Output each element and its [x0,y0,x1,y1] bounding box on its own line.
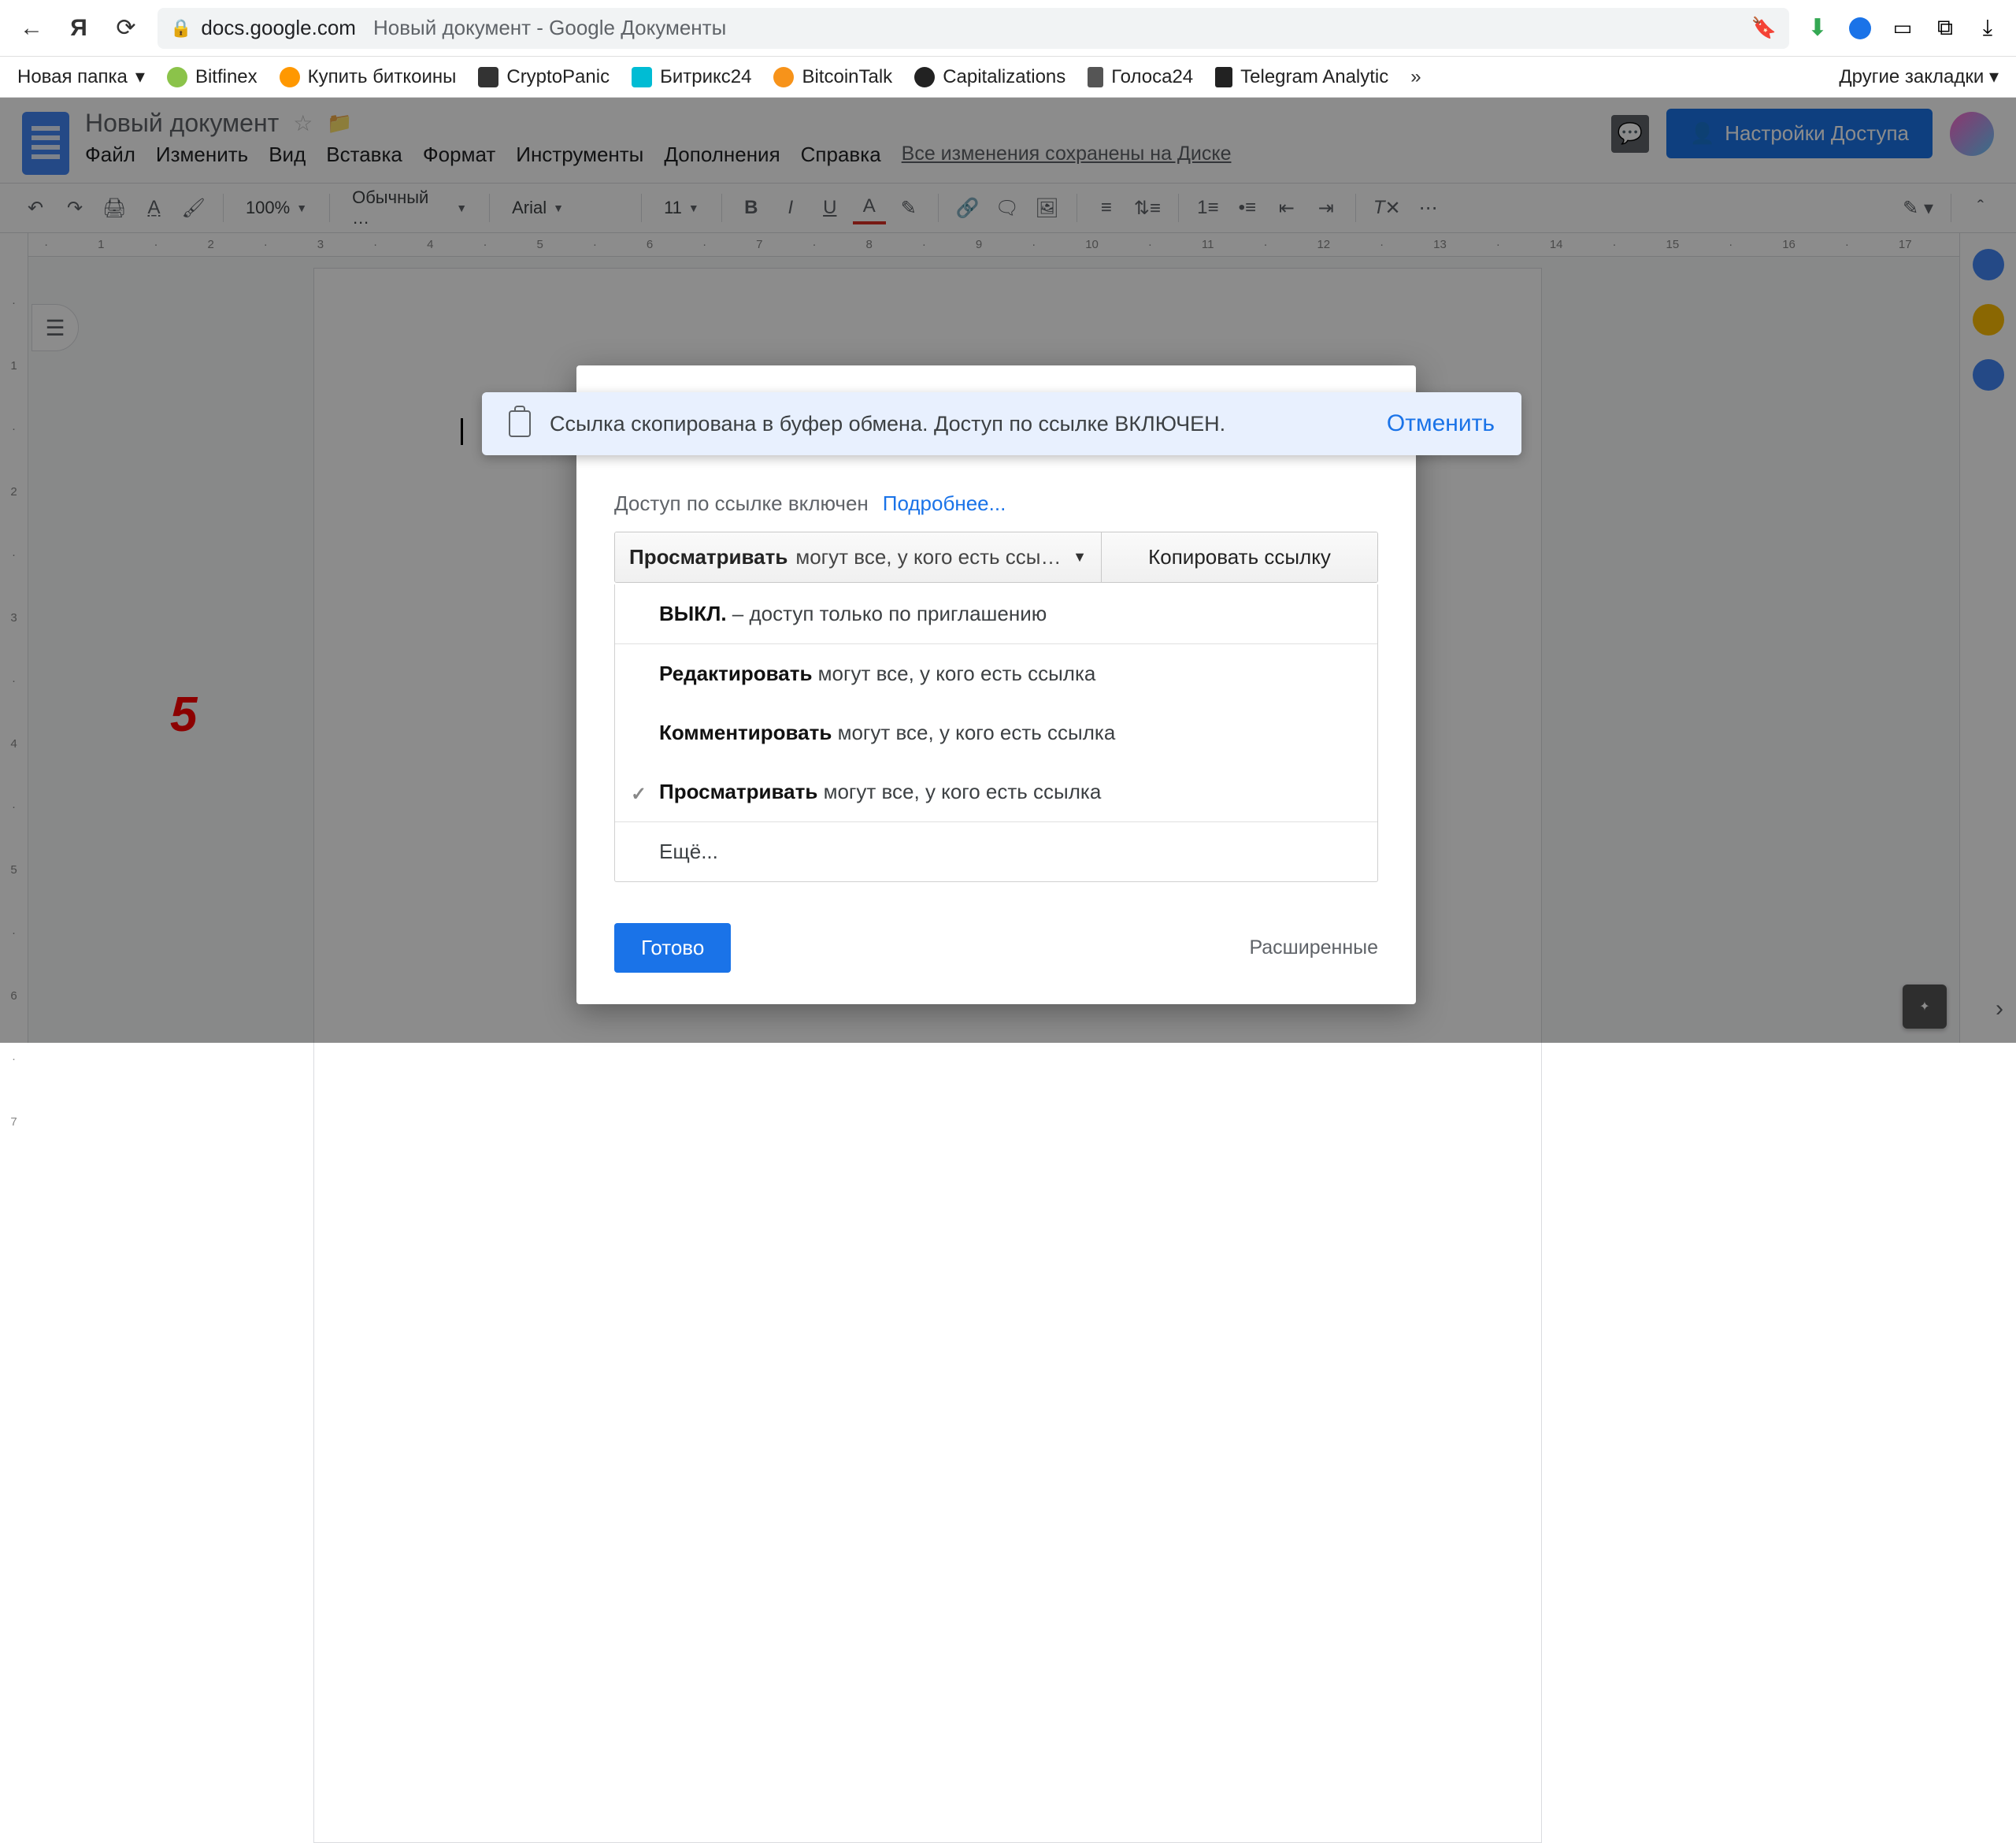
bookmark-label: BitcoinTalk [802,66,892,88]
bookmark-icon[interactable]: 🔖 [1751,16,1777,40]
done-button[interactable]: Готово [614,923,731,973]
link-sharing-status: Доступ по ссылке включен [614,491,869,516]
extension-blue-icon[interactable] [1847,16,1873,41]
back-button[interactable]: ← [16,13,47,44]
link-copied-toast: Ссылка скопирована в буфер обмена. Досту… [482,392,1521,455]
download-arrow-icon[interactable]: ⬇ [1805,16,1830,41]
bookmark-bitcointalk[interactable]: BitcoinTalk [773,66,892,88]
site-icon [478,67,498,87]
site-icon [1088,67,1103,87]
battery-icon[interactable]: ▭ [1890,16,1915,41]
bookmark-telegram-analytics[interactable]: Telegram Analytic [1215,66,1388,88]
bookmark-golosa24[interactable]: Голоса24 [1088,66,1193,88]
bookmark-cryptopanic[interactable]: CryptoPanic [478,66,610,88]
bookmark-bitfinex[interactable]: Bitfinex [167,66,258,88]
site-icon [773,67,794,87]
url-title: Новый документ - Google Документы [373,16,726,40]
learn-more-link[interactable]: Подробнее... [883,491,1006,516]
browser-toolbar: ← Я ⟳ 🔒 docs.google.com Новый документ -… [0,0,2016,57]
bookmark-label: CryptoPanic [506,66,610,88]
share-dialog: Доступ по ссылке включен Подробнее... Пр… [576,365,1416,1004]
checkmark-icon: ✓ [631,783,647,806]
option-off[interactable]: ВЫКЛ. – доступ только по приглашению [615,584,1377,643]
bookmark-label: Capitalizations [943,66,1065,88]
option-comment[interactable]: Комментировать могут все, у кого есть сс… [615,703,1377,762]
bookmark-label: Bitfinex [195,66,258,88]
copy-link-button[interactable]: Копировать ссылку [1102,532,1377,582]
bookmark-folder[interactable]: Новая папка ▾ [17,65,145,88]
perm-rest: могут все, у кого есть ссы… [795,545,1065,569]
perm-strong: Просматривать [629,545,788,569]
browser-actions: ⬇ ▭ ⧉ ⤓ [1805,16,2000,41]
site-icon [632,67,652,87]
url-host: docs.google.com [201,16,356,40]
bookmark-capitalizations[interactable]: Capitalizations [914,66,1065,88]
bookmarks-bar: Новая папка ▾ Bitfinex Купить биткоины C… [0,57,2016,98]
advanced-link[interactable]: Расширенные [1249,936,1378,959]
bookmark-label: Голоса24 [1111,66,1193,88]
toast-message: Ссылка скопирована в буфер обмена. Досту… [550,412,1225,436]
downloads-icon[interactable]: ⤓ [1975,16,2000,41]
site-icon [167,67,187,87]
site-icon [1215,67,1232,87]
bookmark-label: Новая папка [17,66,128,88]
option-more[interactable]: Ещё... [615,821,1377,881]
link-permission-dropdown[interactable]: Просматривать могут все, у кого есть ссы… [615,532,1102,582]
bookmark-label: Битрикс24 [660,66,751,88]
bookmark-label: Купить биткоины [308,66,457,88]
option-view[interactable]: ✓ Просматривать могут все, у кого есть с… [615,762,1377,821]
option-edit[interactable]: Редактировать могут все, у кого есть ссы… [615,643,1377,703]
bookmark-buy-bitcoin[interactable]: Купить биткоины [280,66,457,88]
toast-undo-button[interactable]: Отменить [1387,410,1495,437]
bookmarks-overflow[interactable]: » [1410,66,1421,88]
clipboard-icon [509,410,531,437]
extensions-icon[interactable]: ⧉ [1933,16,1958,41]
address-bar[interactable]: 🔒 docs.google.com Новый документ - Googl… [158,8,1789,49]
chevron-down-icon: ▾ [135,65,145,88]
bookmark-label: Telegram Analytic [1240,66,1388,88]
reload-button[interactable]: ⟳ [110,13,142,44]
site-icon [280,67,300,87]
yandex-button[interactable]: Я [63,13,94,44]
lock-icon: 🔒 [170,18,191,39]
bookmark-bitrix24[interactable]: Битрикс24 [632,66,751,88]
other-bookmarks[interactable]: Другие закладки ▾ [1839,65,1999,88]
chevron-down-icon: ▼ [1073,549,1087,566]
site-icon [914,67,935,87]
permission-options-list: ВЫКЛ. – доступ только по приглашению Ред… [614,584,1378,882]
